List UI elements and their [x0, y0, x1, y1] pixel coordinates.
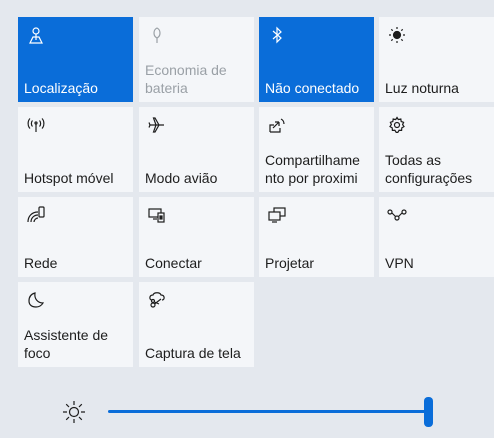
- tile-label: VPN: [385, 255, 414, 271]
- tile-label: Todas as configurações: [385, 152, 473, 186]
- project-icon: [267, 205, 287, 225]
- vpn-icon: [387, 205, 407, 225]
- brightness-slider-area: [0, 380, 494, 438]
- tile-label: Localização: [24, 80, 98, 96]
- tile-network[interactable]: Rede: [18, 197, 133, 277]
- tile-nearby-sharing[interactable]: Compartilhame nto por proximi: [259, 107, 374, 192]
- brightness-sun-icon: [62, 400, 86, 424]
- tile-location[interactable]: Localização: [18, 17, 133, 102]
- tile-label: Economia de bateria: [145, 62, 227, 96]
- tile-label: Modo avião: [145, 170, 218, 186]
- tile-label: Compartilhame nto por proximi: [265, 152, 360, 186]
- tile-label: Projetar: [265, 255, 315, 271]
- tile-label: Rede: [24, 255, 58, 271]
- tile-battery-saver[interactable]: Economia de bateria: [139, 17, 254, 102]
- battery-saver-icon: [147, 25, 167, 45]
- tile-vpn[interactable]: VPN: [379, 197, 494, 277]
- tile-all-settings[interactable]: Todas as configurações: [379, 107, 494, 192]
- tile-label: Não conectado: [265, 80, 360, 96]
- night-light-icon: [387, 25, 407, 45]
- settings-gear-icon: [387, 115, 407, 135]
- brightness-slider-track[interactable]: [108, 410, 428, 413]
- tile-mobile-hotspot[interactable]: Hotspot móvel: [18, 107, 133, 192]
- mobile-hotspot-icon: [26, 115, 46, 135]
- network-icon: [26, 205, 46, 225]
- tile-focus-assist[interactable]: Assistente de foco: [18, 282, 133, 367]
- tile-night-light[interactable]: Luz noturna: [379, 17, 494, 102]
- tile-label: Conectar: [145, 255, 202, 271]
- bluetooth-icon: [267, 25, 287, 45]
- tile-label: Hotspot móvel: [24, 170, 114, 186]
- tile-project[interactable]: Projetar: [259, 197, 374, 277]
- focus-assist-moon-icon: [26, 290, 46, 310]
- nearby-sharing-icon: [267, 115, 287, 135]
- screen-snip-icon: [147, 290, 167, 310]
- action-center-quick-actions: Localização Economia de bateria Não cone…: [0, 0, 494, 438]
- tile-airplane-mode[interactable]: Modo avião: [139, 107, 254, 192]
- location-icon: [26, 25, 46, 45]
- brightness-slider-thumb[interactable]: [423, 397, 433, 427]
- tile-label: Assistente de foco: [24, 327, 109, 361]
- tile-connect[interactable]: Conectar: [139, 197, 254, 277]
- airplane-icon: [147, 115, 167, 135]
- tile-screen-snip[interactable]: Captura de tela: [139, 282, 254, 367]
- tile-label: Luz noturna: [385, 80, 459, 96]
- tile-label: Captura de tela: [145, 345, 241, 361]
- tile-bluetooth[interactable]: Não conectado: [259, 17, 374, 102]
- connect-icon: [147, 205, 167, 225]
